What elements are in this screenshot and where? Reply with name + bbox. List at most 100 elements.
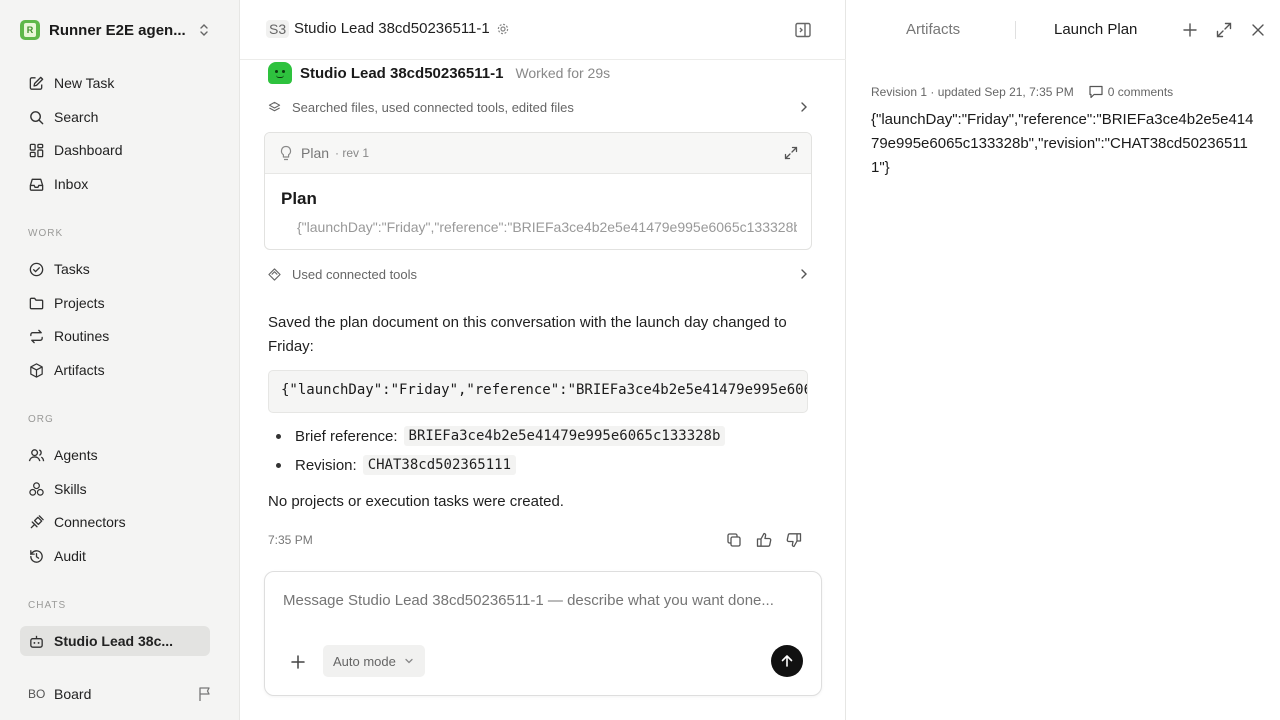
message-composer: Auto mode <box>264 571 822 696</box>
nav-inbox[interactable]: Inbox <box>20 169 210 199</box>
copy-icon[interactable] <box>725 531 743 549</box>
list-item: Revision: CHAT38cd502365111 <box>276 454 516 476</box>
nav-projects[interactable]: Projects <box>20 288 210 318</box>
folder-icon <box>29 297 44 309</box>
nav-dashboard-label: Dashboard <box>54 142 123 158</box>
plan-card: Plan · rev 1 Plan {"launchDay":"Friday",… <box>264 132 812 250</box>
tools-icon <box>268 267 281 281</box>
revision-info: Revision 1 · updated Sep 21, 7:35 PM <box>871 84 1074 99</box>
message-paragraph: No projects or execution tasks were crea… <box>268 493 564 510</box>
check-circle-icon <box>29 262 44 276</box>
layers-icon <box>268 101 281 111</box>
nav-search-label: Search <box>54 109 99 125</box>
message-input[interactable] <box>283 592 803 609</box>
users-icon <box>28 448 45 461</box>
inbox-icon <box>29 178 44 191</box>
bot-icon <box>30 635 43 648</box>
workspace-switcher[interactable]: R Runner E2E agen... <box>20 14 220 46</box>
nav-routines-label: Routines <box>54 328 110 344</box>
nav-agents[interactable]: Agents <box>20 440 210 470</box>
thumbs-down-icon[interactable] <box>785 531 803 549</box>
arrow-up-icon <box>781 655 793 667</box>
nav-inbox-label: Inbox <box>54 176 89 192</box>
chat-header: S3 Studio Lead 38cd50236511-1 <box>240 0 846 60</box>
nav-new-task-label: New Task <box>54 75 115 91</box>
plus-icon[interactable] <box>1181 21 1199 39</box>
nav-connectors-label: Connectors <box>54 514 126 530</box>
nav-search[interactable]: Search <box>20 102 210 132</box>
activity-summary-label: Searched files, used connected tools, ed… <box>292 99 574 115</box>
nav-audit[interactable]: Audit <box>20 541 210 571</box>
tab-launch-plan[interactable]: Launch Plan <box>1054 21 1137 38</box>
plan-card-label: Plan <box>301 145 330 161</box>
revision-meta: Revision 1 · updated Sep 21, 7:35 PM 0 c… <box>871 84 1173 99</box>
list-item: Brief reference: BRIEFa3ce4b2e5e41479e99… <box>275 425 726 447</box>
panel-toggle-icon[interactable] <box>794 21 812 39</box>
nav-skills[interactable]: Skills <box>20 474 210 504</box>
chat-item[interactable]: Studio Lead 38c... <box>20 626 210 656</box>
workspace-logo-icon: R <box>20 20 40 40</box>
bullet-label: Brief reference: <box>295 427 398 445</box>
nav-tasks-label: Tasks <box>54 261 90 277</box>
chat-item-label: Studio Lead 38c... <box>54 633 174 649</box>
chevron-down-icon <box>405 658 413 664</box>
send-button[interactable] <box>771 645 803 677</box>
nav-agents-label: Agents <box>54 447 98 463</box>
nav-artifacts[interactable]: Artifacts <box>20 355 210 385</box>
section-label-work: WORK <box>28 228 64 239</box>
artifact-content: {"launchDay":"Friday","reference":"BRIEF… <box>871 111 1254 176</box>
comment-icon[interactable] <box>1088 84 1104 99</box>
repeat-icon <box>30 329 43 343</box>
code-block: {"launchDay":"Friday","reference":"BRIEF… <box>268 370 808 413</box>
search-icon <box>30 110 44 124</box>
activity-tools[interactable]: Used connected tools <box>268 263 812 285</box>
lightbulb-icon <box>280 145 292 161</box>
activity-summary[interactable]: Searched files, used connected tools, ed… <box>268 96 812 118</box>
message-author: Studio Lead 38cd50236511-1 <box>300 64 504 82</box>
dashboard-icon <box>29 143 44 157</box>
tab-artifacts[interactable]: Artifacts <box>906 21 960 38</box>
plan-card-line: {"launchDay":"Friday","reference":"BRIEF… <box>297 219 797 235</box>
gear-icon[interactable] <box>497 23 509 35</box>
artifact-panel: Artifacts Launch Plan Revision 1 · updat… <box>846 0 1280 720</box>
plan-card-rev: · rev 1 <box>335 146 370 160</box>
plus-icon[interactable] <box>289 653 307 671</box>
section-label-org: ORG <box>28 414 54 425</box>
tab-divider <box>1015 21 1016 39</box>
worked-duration: Worked for 29s <box>515 65 611 81</box>
new-task-icon <box>29 76 44 90</box>
chevron-right-icon <box>801 269 807 279</box>
activity-tools-label: Used connected tools <box>292 266 418 282</box>
board-initials: BO <box>28 687 46 701</box>
nav-skills-label: Skills <box>54 481 87 497</box>
nav-dashboard[interactable]: Dashboard <box>20 135 210 165</box>
comments-count[interactable]: 0 comments <box>1108 85 1173 99</box>
close-icon[interactable] <box>1249 21 1267 39</box>
mode-selector-label: Auto mode <box>333 653 396 669</box>
flag-icon[interactable] <box>198 686 212 702</box>
chat-badge: S3 <box>266 20 290 38</box>
message-timestamp: 7:35 PM <box>268 533 313 547</box>
nav-new-task[interactable]: New Task <box>20 68 210 98</box>
expand-icon[interactable] <box>1215 21 1233 39</box>
nav-audit-label: Audit <box>54 548 86 564</box>
mode-selector[interactable]: Auto mode <box>323 645 425 677</box>
history-icon <box>30 549 43 563</box>
skills-icon <box>29 481 44 496</box>
agent-avatar <box>268 62 292 84</box>
nav-tasks[interactable]: Tasks <box>20 254 210 284</box>
chevron-right-icon <box>801 102 807 112</box>
bullet-label: Revision: <box>295 456 357 474</box>
board-user[interactable]: BO Board <box>20 680 220 708</box>
expand-icon[interactable] <box>783 145 799 161</box>
nav-connectors[interactable]: Connectors <box>20 507 210 537</box>
plan-card-header[interactable]: Plan · rev 1 <box>265 133 811 174</box>
nav-routines[interactable]: Routines <box>20 321 210 351</box>
plan-card-title: Plan <box>281 189 317 208</box>
bullet-value: BRIEFa3ce4b2e5e41479e995e6065c133328b <box>403 426 726 446</box>
plug-icon <box>30 514 44 528</box>
thumbs-up-icon[interactable] <box>755 531 773 549</box>
message-paragraph: Saved the plan document on this conversa… <box>268 314 787 355</box>
chevron-up-down-icon <box>200 24 208 36</box>
sidebar: R Runner E2E agen... New Task Search Das… <box>0 0 240 720</box>
